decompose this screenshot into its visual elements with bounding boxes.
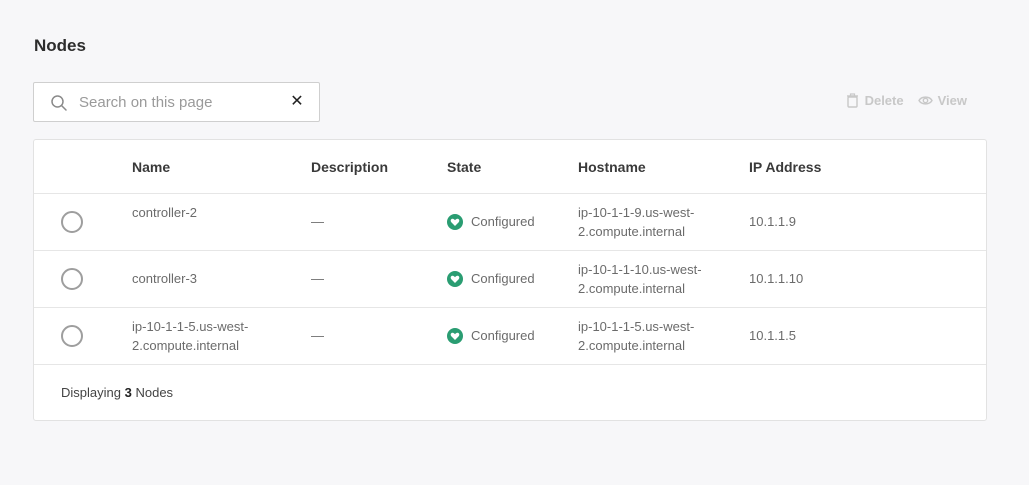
delete-label: Delete — [864, 93, 904, 108]
node-state-label: Configured — [471, 328, 535, 343]
node-description: — — [311, 328, 324, 343]
node-state: Configured — [447, 326, 535, 345]
node-hostname-line: 2.compute.internal — [578, 224, 685, 239]
row-select-radio[interactable] — [61, 211, 83, 233]
column-header-description[interactable]: Description — [311, 159, 388, 175]
node-state-label: Configured — [471, 271, 535, 286]
column-header-name[interactable]: Name — [132, 159, 170, 175]
node-name: ip-10-1-1-5.us-west- 2.compute.internal — [132, 317, 248, 355]
view-button[interactable]: View — [917, 93, 967, 108]
node-hostname: ip-10-1-1-9.us-west- 2.compute.internal — [578, 203, 694, 241]
node-name: controller-3 — [132, 269, 197, 288]
node-hostname: ip-10-1-1-10.us-west- 2.compute.internal — [578, 260, 702, 298]
search-box[interactable]: ✕ — [33, 82, 320, 122]
node-hostname-line: ip-10-1-1-10.us-west- — [578, 262, 702, 277]
eye-icon — [917, 96, 933, 105]
node-hostname-line: ip-10-1-1-9.us-west- — [578, 205, 695, 220]
search-input[interactable] — [79, 91, 279, 113]
heart-icon — [447, 270, 463, 287]
node-description: — — [311, 214, 324, 229]
trash-icon — [846, 93, 858, 108]
nodes-table: Name Description State Hostname IP Addre… — [33, 139, 987, 421]
node-ip-address: 10.1.1.5 — [749, 328, 796, 343]
footer-count: 3 — [124, 385, 132, 400]
column-header-hostname[interactable]: Hostname — [578, 159, 646, 175]
node-hostname-line: ip-10-1-1-5.us-west- — [578, 319, 695, 334]
node-description: — — [311, 271, 324, 286]
row-select-radio[interactable] — [61, 268, 83, 290]
node-name-line: ip-10-1-1-5.us-west- — [132, 319, 249, 334]
node-name: controller-2 — [132, 203, 197, 222]
node-ip-address: 10.1.1.9 — [749, 214, 796, 229]
delete-button[interactable]: Delete — [845, 93, 904, 108]
footer-prefix: Displaying — [61, 385, 121, 400]
node-name-line: controller-2 — [132, 205, 198, 220]
node-hostname: ip-10-1-1-5.us-west- 2.compute.internal — [578, 317, 694, 355]
view-label: View — [937, 93, 967, 108]
node-hostname-line: 2.compute.internal — [578, 338, 685, 353]
heart-icon — [447, 327, 463, 344]
footer-suffix: Nodes — [135, 385, 174, 400]
table-header: Name Description State Hostname IP Addre… — [34, 140, 986, 194]
heart-icon — [447, 213, 463, 230]
node-ip-address: 10.1.1.10 — [749, 271, 804, 286]
node-state: Configured — [447, 269, 535, 288]
node-name-line: 2.compute.internal — [132, 338, 239, 353]
node-state: Configured — [447, 212, 535, 231]
row-select-radio[interactable] — [61, 325, 83, 347]
table-footer: Displaying 3 Nodes — [61, 385, 173, 400]
column-header-state[interactable]: State — [447, 159, 481, 175]
table-row[interactable]: controller-2 — Configured ip-10-1-1-9.us… — [34, 194, 986, 251]
column-header-ip-address[interactable]: IP Address — [749, 159, 821, 175]
table-row[interactable]: controller-3 — Configured ip-10-1-1-10.u… — [34, 251, 986, 308]
node-hostname-line: 2.compute.internal — [578, 281, 685, 296]
close-icon[interactable]: ✕ — [289, 92, 305, 112]
node-name-line: controller-3 — [132, 271, 198, 286]
toolbar: Delete View — [845, 93, 967, 108]
table-row[interactable]: ip-10-1-1-5.us-west- 2.compute.internal … — [34, 308, 986, 365]
node-state-label: Configured — [471, 214, 535, 229]
page-title: Nodes — [34, 36, 86, 55]
search-icon — [51, 95, 67, 111]
